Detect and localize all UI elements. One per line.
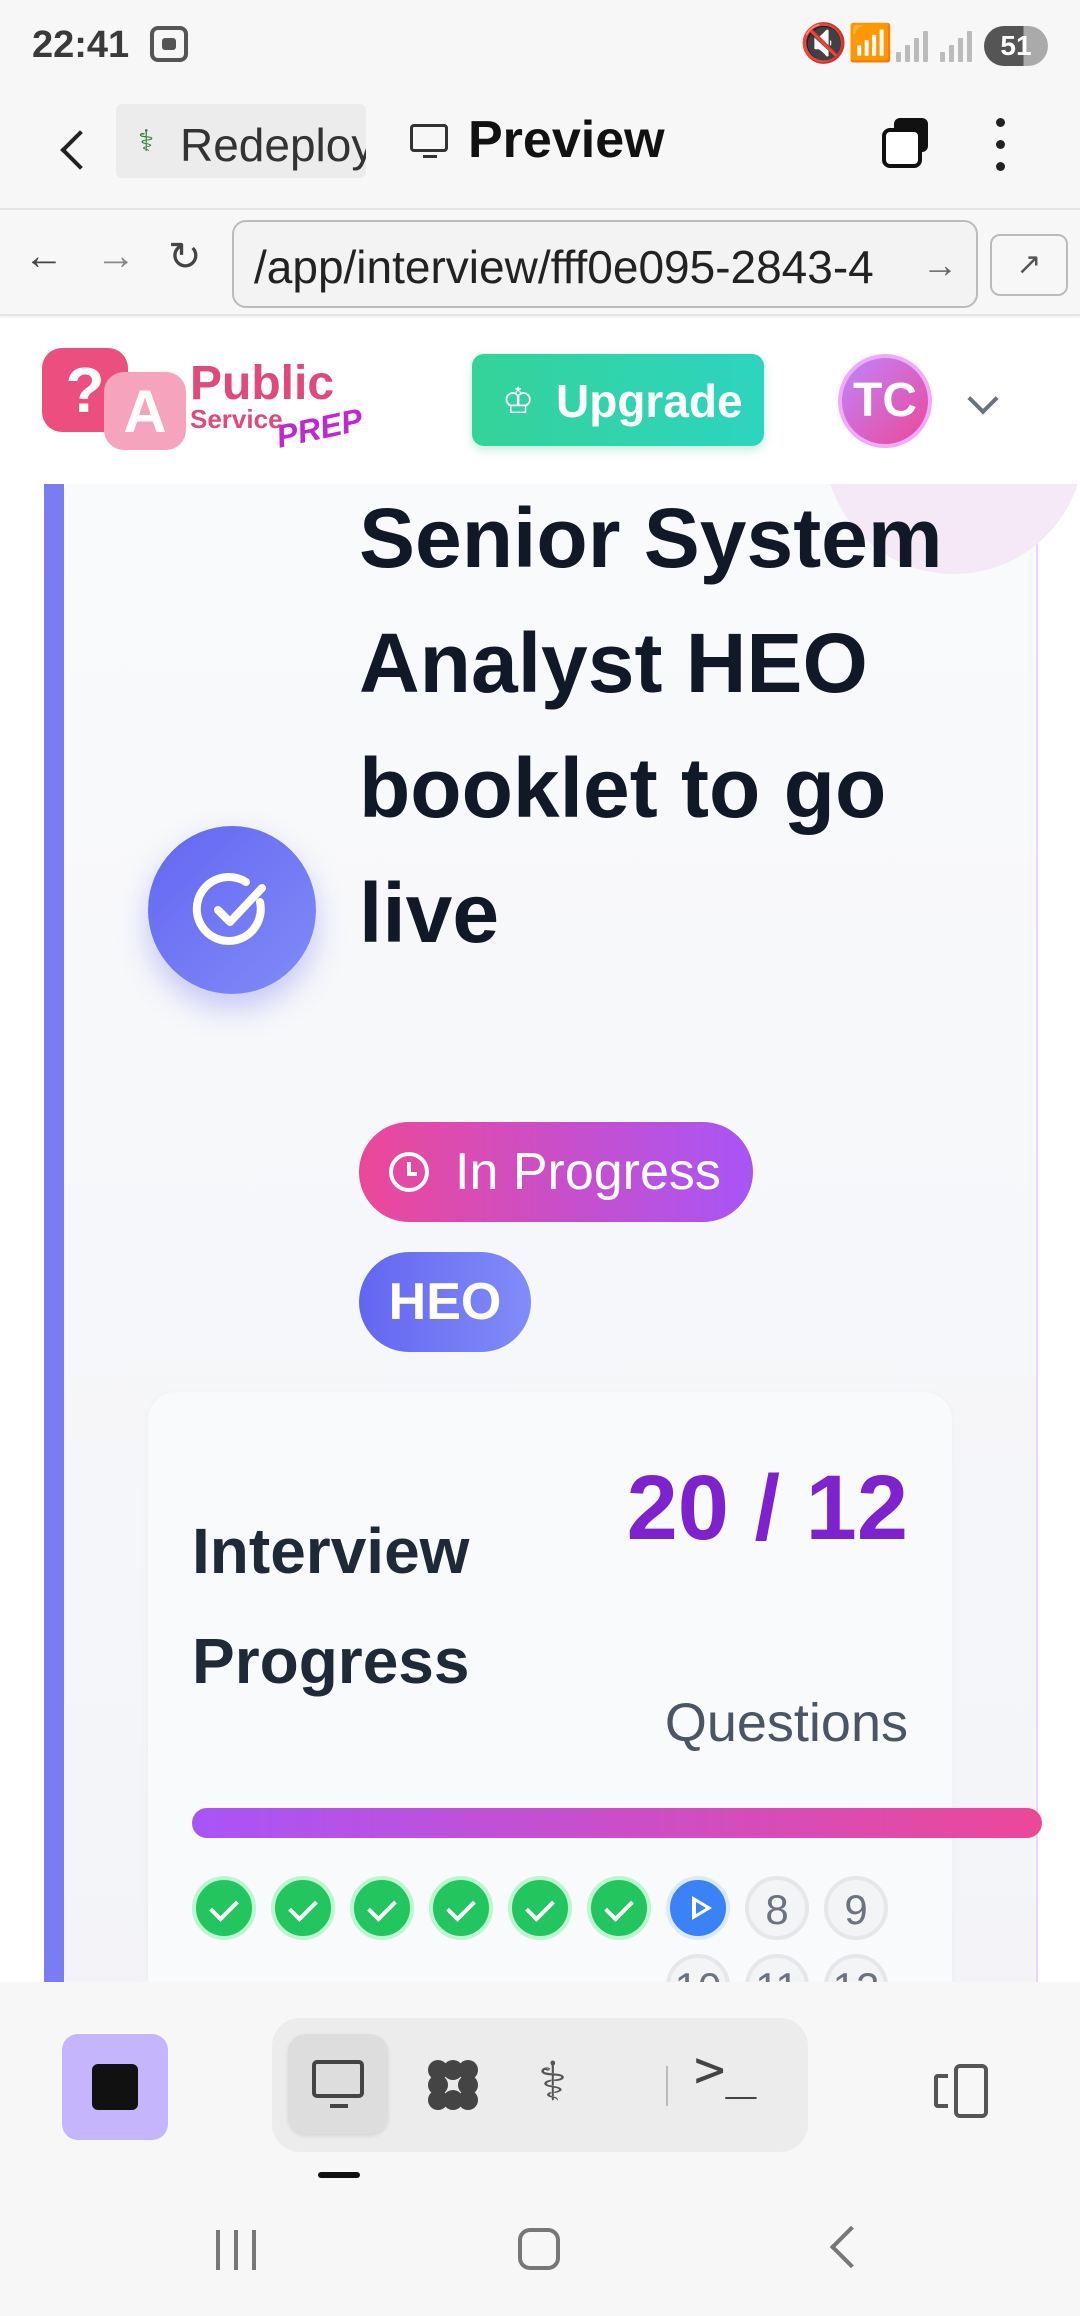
more-icon[interactable] — [990, 118, 1010, 174]
question-dot-1[interactable] — [192, 1876, 256, 1940]
back-arrow-icon[interactable]: ← — [24, 234, 64, 279]
question-number: 11 — [755, 1964, 799, 1982]
antenna-icon: ⚕ — [538, 2052, 568, 2112]
active-indicator — [318, 2172, 360, 2178]
check-circle-icon — [148, 826, 316, 994]
terminal-icon[interactable]: >_ — [694, 2040, 757, 2100]
upgrade-button[interactable]: ♔ Upgrade — [472, 354, 764, 446]
screenshot-record-icon — [150, 26, 188, 62]
question-dot-2[interactable] — [271, 1876, 335, 1940]
back-icon[interactable] — [52, 120, 92, 180]
question-dot-12[interactable]: 12 — [824, 1954, 888, 1982]
progress-label: Interview Progress — [192, 1515, 470, 1697]
logo-public-text: Public — [190, 357, 335, 410]
progress-card: Interview Progress 20 / 12 Questions 8 9 1… — [148, 1392, 1042, 1982]
wifi-icon: 📶 — [848, 22, 893, 63]
status-badge: In Progress — [359, 1122, 753, 1222]
progress-bar — [192, 1808, 1042, 1838]
url-field[interactable]: /app/interview/fff0e095-2843-4 → — [232, 220, 978, 308]
logo-letter: A — [104, 372, 186, 450]
preview-tab-button[interactable] — [288, 2034, 388, 2134]
monitor-icon — [410, 124, 448, 158]
progress-count: 20 / 12 — [626, 1457, 908, 1559]
preview-title: Preview — [468, 111, 665, 169]
question-dot-9[interactable]: 9 — [824, 1876, 888, 1940]
status-time: 22:41 — [32, 24, 130, 66]
forward-icon[interactable]: → — [96, 234, 136, 279]
android-nav-bar — [0, 2186, 1080, 2316]
tabs-icon[interactable] — [880, 118, 930, 168]
signal-icon — [940, 30, 976, 62]
interview-card: Senior System Analyst HEO booklet to go … — [44, 484, 1080, 1982]
question-dot-3[interactable] — [350, 1876, 414, 1940]
stop-icon[interactable] — [62, 2034, 168, 2140]
question-dot-5[interactable] — [508, 1876, 572, 1940]
logo-service-text: Service — [190, 404, 283, 434]
tool-dock: ⚕ >_ — [0, 1982, 1080, 2186]
battery-icon: 51 — [984, 26, 1048, 66]
address-bar: ← → ↻ /app/interview/fff0e095-2843-4 → ↗ — [0, 212, 1080, 316]
clock-icon — [389, 1152, 429, 1192]
status-bar: 22:41 🔇 📶 51 — [0, 0, 1080, 90]
status-label: In Progress — [455, 1143, 721, 1201]
question-number: 8 — [765, 1886, 789, 1933]
question-dot-8[interactable]: 8 — [745, 1876, 809, 1940]
mute-icon: 🔇 — [800, 23, 848, 65]
deploy-button[interactable]: ⚕ — [516, 2034, 616, 2134]
app-header: ? A Public Service PREP ♔ Upgrade TC — [0, 318, 1080, 484]
upgrade-label: Upgrade — [556, 375, 743, 427]
question-dot-7[interactable] — [666, 1876, 730, 1940]
go-arrow-icon[interactable]: → — [918, 244, 958, 286]
signal-icon — [896, 30, 932, 62]
avatar[interactable]: TC — [838, 354, 932, 448]
browser-toolbar: ⚕ Redeploy Preview — [0, 90, 1080, 210]
question-dot-11[interactable]: 11 — [745, 1954, 809, 1982]
rotate-icon[interactable] — [934, 2064, 994, 2118]
redeploy-button[interactable]: ⚕ Redeploy — [116, 104, 366, 178]
progress-unit: Questions — [664, 1693, 908, 1753]
monitor-icon — [312, 2060, 364, 2108]
question-number: 10 — [675, 1964, 722, 1982]
recents-icon[interactable] — [216, 2230, 260, 2270]
interview-title: Senior System Analyst HEO booklet to go … — [359, 491, 943, 960]
url-text: /app/interview/fff0e095-2843-4 — [254, 241, 874, 293]
question-dot-4[interactable] — [429, 1876, 493, 1940]
main-content: Senior System Analyst HEO booklet to go … — [0, 484, 1080, 1982]
dock-button-group: ⚕ >_ — [272, 2018, 808, 2152]
home-icon[interactable] — [518, 2228, 560, 2270]
blobs-button[interactable] — [402, 2034, 502, 2134]
question-dot-6[interactable] — [587, 1876, 651, 1940]
crown-icon: ♔ — [502, 380, 535, 421]
reload-icon[interactable]: ↻ — [168, 234, 202, 280]
redeploy-icon: ⚕ — [138, 125, 155, 158]
card-accent-bar — [44, 484, 64, 1982]
dock-divider — [666, 2066, 668, 2106]
question-number: 12 — [833, 1964, 880, 1982]
redeploy-label: Redeploy — [180, 119, 366, 171]
open-external-icon[interactable]: ↗ — [990, 234, 1068, 296]
system-back-icon[interactable] — [829, 2225, 873, 2269]
level-badge: HEO — [359, 1252, 531, 1352]
question-number: 9 — [844, 1886, 868, 1933]
question-dot-10[interactable]: 10 — [666, 1954, 730, 1982]
blobs-icon — [428, 2060, 478, 2110]
chevron-down-icon[interactable] — [967, 383, 999, 415]
